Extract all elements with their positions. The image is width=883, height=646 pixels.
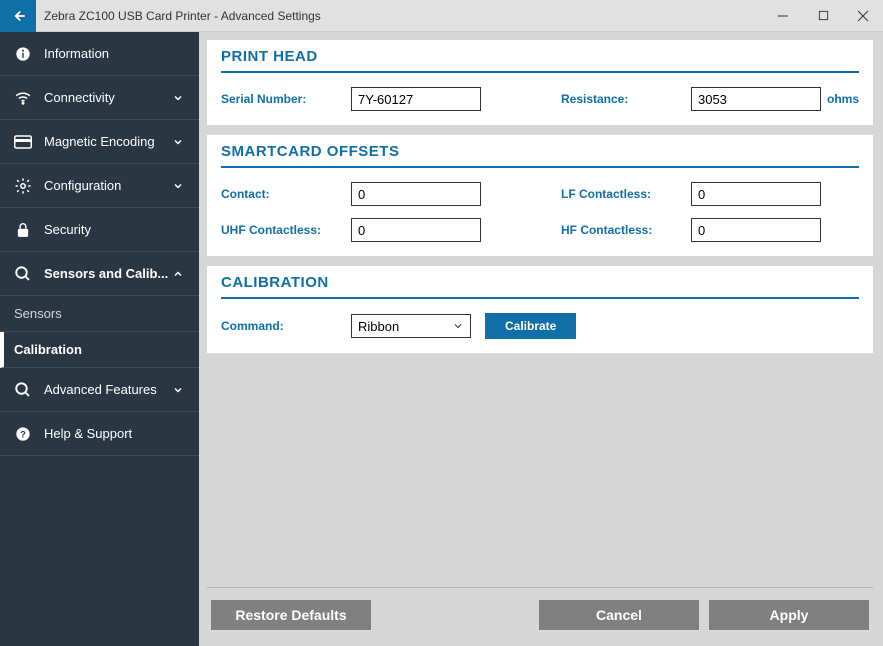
chevron-up-icon: [171, 267, 185, 281]
sidebar-item-configuration[interactable]: Configuration: [0, 164, 199, 208]
panel-title: PRINT HEAD: [221, 48, 859, 73]
sidebar-item-advanced-features[interactable]: Advanced Features: [0, 368, 199, 412]
content-area: PRINT HEAD Serial Number: Resistance: oh…: [199, 32, 883, 646]
help-icon: ?: [14, 425, 32, 443]
sidebar-item-label: Connectivity: [44, 90, 171, 105]
lf-contactless-label: LF Contactless:: [561, 187, 691, 201]
panel-calibration: CALIBRATION Command: Ribbon Calibrate: [207, 266, 873, 353]
arrow-left-icon: [9, 7, 27, 25]
sidebar-item-label: Sensors and Calib...: [44, 266, 171, 281]
sidebar-item-label: Security: [44, 222, 185, 237]
sidebar-item-label: Information: [44, 46, 185, 61]
panel-smartcard-offsets: SMARTCARD OFFSETS Contact: LF Contactles…: [207, 135, 873, 256]
hf-contactless-input[interactable]: [691, 218, 821, 242]
sidebar-item-information[interactable]: Information: [0, 32, 199, 76]
sidebar-subitem-sensors[interactable]: Sensors: [0, 296, 199, 332]
window-title: Zebra ZC100 USB Card Printer - Advanced …: [36, 9, 763, 23]
panel-title: CALIBRATION: [221, 274, 859, 299]
chevron-down-icon: [452, 320, 464, 332]
back-button[interactable]: [0, 0, 36, 32]
window-controls: [763, 0, 883, 32]
chevron-down-icon: [171, 383, 185, 397]
maximize-button[interactable]: [803, 0, 843, 32]
close-icon: [857, 10, 869, 22]
serial-number-label: Serial Number:: [221, 92, 351, 106]
contact-label: Contact:: [221, 187, 351, 201]
lf-contactless-input[interactable]: [691, 182, 821, 206]
maximize-icon: [818, 10, 829, 21]
wifi-icon: [14, 89, 32, 107]
restore-defaults-button[interactable]: Restore Defaults: [211, 600, 371, 630]
minimize-icon: [777, 10, 789, 22]
gear-icon: [14, 177, 32, 195]
magnify-icon: [14, 381, 32, 399]
sidebar-item-label: Configuration: [44, 178, 171, 193]
chevron-down-icon: [171, 179, 185, 193]
magnify-icon: [14, 265, 32, 283]
close-button[interactable]: [843, 0, 883, 32]
sidebar-item-sensors-calib[interactable]: Sensors and Calib...: [0, 252, 199, 296]
sidebar-item-label: Advanced Features: [44, 382, 171, 397]
chevron-down-icon: [171, 135, 185, 149]
sidebar-subitem-label: Calibration: [14, 342, 82, 357]
sidebar-item-security[interactable]: Security: [0, 208, 199, 252]
calibrate-button[interactable]: Calibrate: [485, 313, 576, 339]
sidebar-item-label: Help & Support: [44, 426, 185, 441]
uhf-contactless-label: UHF Contactless:: [221, 223, 351, 237]
card-icon: [14, 133, 32, 151]
info-icon: [14, 45, 32, 63]
resistance-unit: ohms: [827, 92, 859, 106]
sidebar-item-magnetic-encoding[interactable]: Magnetic Encoding: [0, 120, 199, 164]
sidebar-item-help-support[interactable]: ? Help & Support: [0, 412, 199, 456]
sidebar-subitem-calibration[interactable]: Calibration: [0, 332, 199, 368]
apply-button[interactable]: Apply: [709, 600, 869, 630]
titlebar: Zebra ZC100 USB Card Printer - Advanced …: [0, 0, 883, 32]
panel-title: SMARTCARD OFFSETS: [221, 143, 859, 168]
hf-contactless-label: HF Contactless:: [561, 223, 691, 237]
sidebar-item-label: Magnetic Encoding: [44, 134, 171, 149]
sidebar-subitem-label: Sensors: [14, 306, 62, 321]
serial-number-input[interactable]: [351, 87, 481, 111]
bottom-bar: Restore Defaults Cancel Apply: [207, 587, 873, 646]
panel-print-head: PRINT HEAD Serial Number: Resistance: oh…: [207, 40, 873, 125]
lock-icon: [14, 221, 32, 239]
sidebar-item-connectivity[interactable]: Connectivity: [0, 76, 199, 120]
sidebar: Information Connectivity Magnetic Encodi…: [0, 32, 199, 646]
command-select[interactable]: Ribbon: [351, 314, 471, 338]
resistance-label: Resistance:: [561, 92, 691, 106]
command-label: Command:: [221, 319, 351, 333]
resistance-input[interactable]: [691, 87, 821, 111]
command-select-value: Ribbon: [358, 319, 399, 334]
cancel-button[interactable]: Cancel: [539, 600, 699, 630]
svg-text:?: ?: [20, 429, 26, 439]
uhf-contactless-input[interactable]: [351, 218, 481, 242]
chevron-down-icon: [171, 91, 185, 105]
contact-input[interactable]: [351, 182, 481, 206]
minimize-button[interactable]: [763, 0, 803, 32]
